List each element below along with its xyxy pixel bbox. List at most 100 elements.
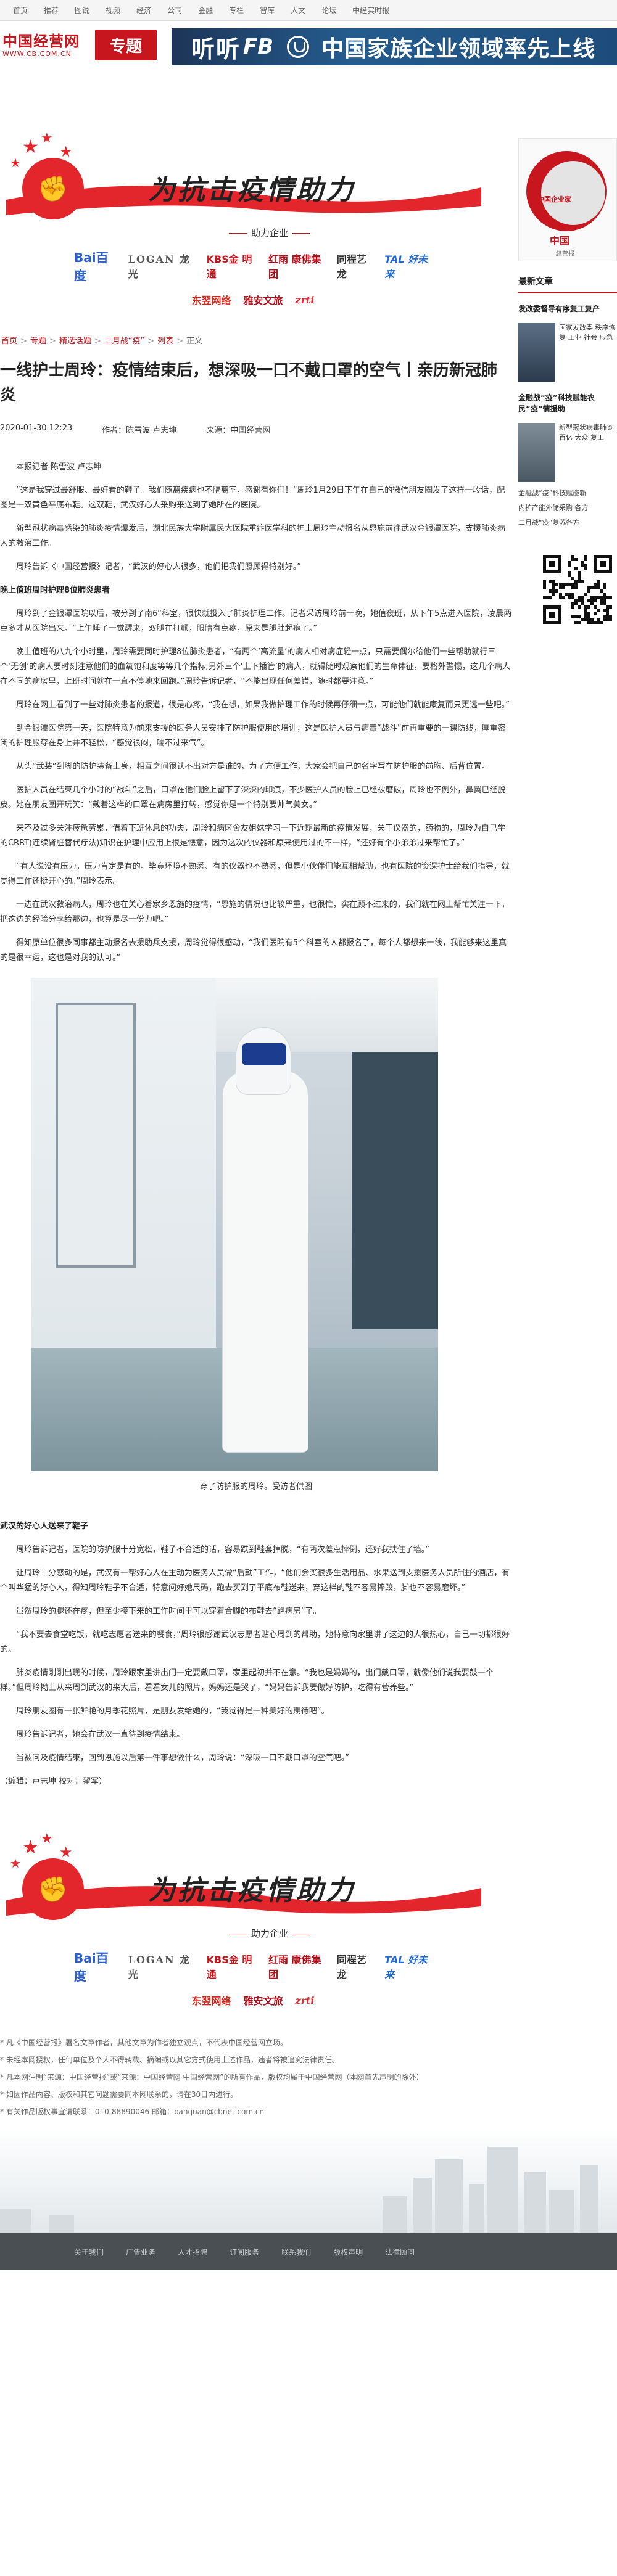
related-link[interactable]: 内扩产能外储采购 各方	[518, 501, 617, 515]
sponsor-logo[interactable]: TAL 好未来	[384, 1951, 432, 1981]
qr-module	[549, 596, 553, 599]
sponsor-logo[interactable]: 雅安文旅	[244, 1993, 283, 2008]
disclaimer-line: * 有关作品版权事宜请联系：010-88890046 邮箱：banquan@cb…	[0, 2107, 265, 2116]
sponsor-logo[interactable]: zrti	[296, 1995, 315, 2006]
disclaimer-line: * 如因作品内容、版权和其它问题需要同本网联系的，请在30日内进行。	[0, 2090, 238, 2099]
footer-links: 关于我们 广告业务 人才招聘 订阅服务 联系我们 版权声明 法律顾问	[0, 2233, 617, 2270]
nav-link[interactable]: 图说	[75, 5, 89, 15]
source-label: 来源：	[206, 426, 231, 435]
sponsor-logo[interactable]: 东翌网络	[191, 292, 231, 307]
nav-link[interactable]: 推荐	[44, 5, 59, 15]
article-thumbnail[interactable]	[518, 423, 555, 482]
nav-link[interactable]: 论坛	[321, 5, 336, 15]
star-icon: ★	[22, 136, 39, 158]
qr-module	[609, 596, 613, 599]
sponsor-logo[interactable]: Bai百度	[74, 1948, 116, 1984]
nav-link[interactable]: 首页	[13, 5, 28, 15]
article-thumbnail[interactable]	[518, 323, 555, 382]
nav-link[interactable]: 金融	[198, 5, 213, 15]
footer-link[interactable]: 联系我们	[281, 2247, 311, 2257]
campaign-slogan: 为抗击疫情助力	[148, 1875, 355, 1906]
breadcrumb-separator: >	[20, 337, 27, 346]
paragraph: 周玲朋友圈有一张鲜艳的月季花照片，是朋友发给她的，“我觉得是一种美好的期待吧”。	[16, 1707, 329, 1716]
breadcrumb-item[interactable]: 专题	[30, 337, 46, 346]
breadcrumb-item[interactable]: 精选话题	[59, 337, 91, 346]
nav-link[interactable]: 专栏	[229, 5, 244, 15]
latest-item-title[interactable]: 发改委督导有序复工复产	[518, 303, 617, 314]
footer-link[interactable]: 关于我们	[74, 2247, 104, 2257]
sponsor-logo[interactable]: 雅安文旅	[244, 292, 283, 307]
sponsor-logo[interactable]: LOGAN 龙光	[128, 1951, 194, 1981]
ad-title: 中国企业家	[537, 195, 571, 203]
skyline-building	[413, 2178, 432, 2233]
sponsor-logo[interactable]: zrti	[296, 294, 315, 306]
breadcrumb-item[interactable]: 二月战“疫”	[104, 337, 144, 346]
city-skyline-decoration	[0, 2128, 617, 2233]
latest-item-title[interactable]: 金融战“疫”科技赋能农民“疫”情援助	[518, 392, 617, 414]
sponsor-logo[interactable]: KBS金 明通	[207, 251, 256, 281]
breadcrumb-separator: >	[94, 337, 101, 346]
topic-badge[interactable]: 专题	[95, 30, 157, 60]
sponsor-logo[interactable]: 同程艺龙	[337, 251, 372, 281]
sponsor-logo[interactable]: KBS金 明通	[207, 1951, 256, 1981]
site-header: 中国经营网 WWW.CB.COM.CN 专题 听听 FB 中国家族企业领域率先上…	[0, 21, 617, 69]
sponsor-logos: Bai百度 LOGAN 龙光 KBS金 明通 红雨 康佛集团 同程艺龙 TAL 好未来 东…	[68, 1948, 438, 2016]
footer-link[interactable]: 广告业务	[126, 2247, 155, 2257]
footer-link[interactable]: 版权声明	[333, 2247, 363, 2257]
sponsor-logo[interactable]: TAL 好未来	[384, 251, 432, 281]
nav-link[interactable]: 公司	[167, 5, 182, 15]
paragraph: 周玲到了金银潭医院以后，被分到了南6“科室，很快就投入了肺炎护理工作。记者采访周…	[0, 609, 512, 633]
qr-module	[552, 593, 556, 596]
latest-item-summary: 国家发改委 秩序恢复 工业 社会 应急	[559, 324, 616, 342]
paragraph: 本报记者 陈雪波 卢志坤	[16, 462, 102, 472]
latest-item[interactable]: 新型冠状病毒肺炎 百亿 大众 复工	[518, 423, 617, 482]
latest-item[interactable]: 国家发改委 秩序恢复 工业 社会 应急	[518, 323, 617, 382]
header-ad-banner[interactable]: 听听 FB 中国家族企业领域率先上线	[172, 28, 617, 65]
paragraph: 周玲告诉《中国经营报》记者，“武汉的好心人很多，他们把我们照顾得特别好。”	[16, 562, 301, 572]
footer-link[interactable]: 订阅服务	[230, 2247, 259, 2257]
article-meta: 2020-01-30 12:23 作者：陈雪波 卢志坤 来源：中国经营网	[0, 424, 516, 435]
breadcrumb: 首页 > 专题 > 精选话题 > 二月战“疫” > 列表 > 正文	[0, 334, 516, 346]
nav-link[interactable]: 人文	[291, 5, 305, 15]
sponsor-logos: Bai百度 LOGAN 龙光 KBS金 明通 红雨 康佛集团 同程艺龙 TAL 好未来 东…	[68, 248, 438, 316]
breadcrumb-item[interactable]: 首页	[1, 337, 17, 346]
paragraph: （编辑：卢志坤 校对：翟军）	[0, 1777, 107, 1786]
site-logo[interactable]: 中国经营网 WWW.CB.COM.CN	[0, 32, 93, 58]
breadcrumb-item[interactable]: 列表	[157, 337, 173, 346]
latest-item-summary: 新型冠状病毒肺炎 百亿 大众 复工	[559, 424, 613, 441]
nav-link[interactable]: 视频	[106, 5, 120, 15]
campaign-slogan: 为抗击疫情助力	[148, 174, 355, 206]
nav-link[interactable]: 智库	[260, 5, 275, 15]
star-icon: ★	[41, 131, 53, 146]
banner-slogan: 中国家族企业领域率先上线	[321, 36, 596, 62]
related-link[interactable]: 二月战“疫”复苏各方	[518, 515, 617, 530]
qr-code	[543, 555, 613, 654]
qr-module	[609, 618, 613, 621]
qr-module	[587, 605, 590, 609]
qr-module	[581, 580, 584, 583]
sponsor-logo[interactable]: LOGAN 龙光	[128, 251, 194, 281]
nav-link[interactable]: 经济	[136, 5, 151, 15]
skyline-building	[487, 2147, 518, 2233]
sponsor-logo[interactable]: 红雨 康佛集团	[268, 1951, 325, 1981]
sponsor-logo[interactable]: Bai百度	[74, 248, 116, 284]
qr-module	[574, 558, 578, 562]
qr-module	[561, 596, 565, 599]
paragraph: 新型冠状病毒感染的肺炎疫情爆发后，湖北民族大学附属民大医院重症医学科的护士周玲主…	[0, 524, 506, 548]
skyline-building	[435, 2159, 463, 2233]
footer-link[interactable]: 法律顾问	[385, 2247, 415, 2257]
related-link[interactable]: 金融战“疫”科技赋能新	[518, 486, 617, 501]
photo-window	[352, 1052, 438, 1329]
sponsor-logo[interactable]: 东翌网络	[191, 1993, 231, 2008]
photo-nurse	[216, 1015, 308, 1459]
footer-link[interactable]: 人才招聘	[178, 2247, 207, 2257]
nav-link[interactable]: 中经实时报	[352, 5, 389, 15]
logo-url: WWW.CB.COM.CN	[2, 49, 72, 58]
paragraph: 周玲告诉记者，她会在武汉一直待到疫情结束。	[16, 1730, 185, 1739]
qr-module	[561, 586, 565, 589]
qr-module	[584, 558, 587, 562]
sidebar-ad[interactable]: 中国企业家 中国 经营报	[518, 138, 617, 261]
sponsor-logo[interactable]: 同程艺龙	[337, 1951, 372, 1981]
qr-module	[578, 621, 581, 625]
sponsor-logo[interactable]: 红雨 康佛集团	[268, 251, 325, 281]
